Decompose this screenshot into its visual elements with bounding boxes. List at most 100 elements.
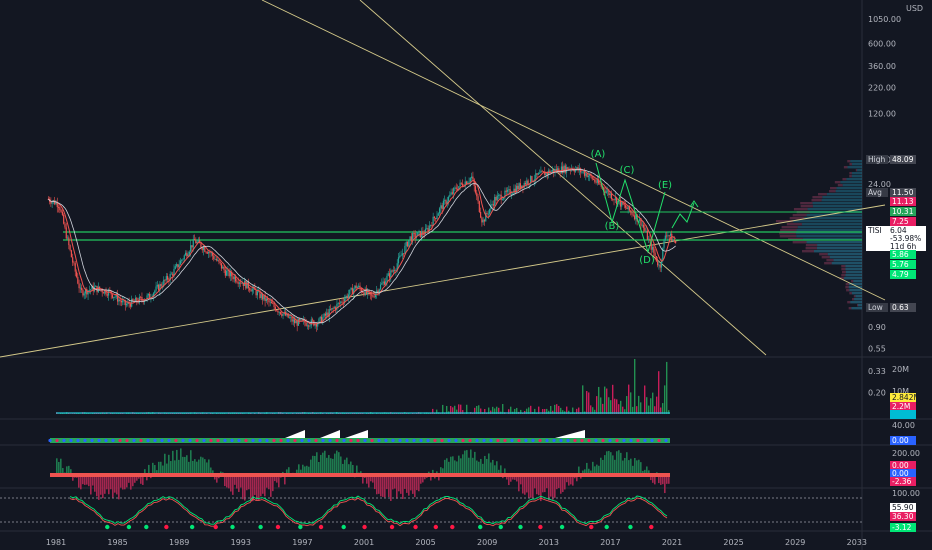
price-tick-label: 360.00 [868, 62, 896, 71]
price-tag-value: 11.50 [892, 188, 914, 197]
indicator-histogram-bar [570, 477, 572, 485]
indicator-histogram-bar [154, 465, 156, 473]
volume-bar [612, 384, 614, 414]
candle-body [147, 293, 149, 296]
indicator-histogram-bar [220, 471, 222, 473]
price-tick-label: 120.00 [868, 110, 896, 119]
panel-tick-label: 100.00 [892, 489, 920, 498]
candle-body [323, 313, 325, 318]
indicator-dot [160, 438, 164, 443]
time-tick-label: 2009 [477, 538, 497, 547]
candle-body [324, 313, 326, 316]
indicator-histogram-bar [262, 477, 264, 494]
indicator-histogram-bar [202, 457, 204, 473]
indicator-histogram-bar [194, 459, 196, 473]
indicator-histogram-bar [430, 477, 432, 481]
indicator-histogram-bar [96, 477, 98, 497]
indicator-histogram-bar [272, 477, 274, 492]
indicator-histogram-bar [508, 477, 510, 486]
price-chart[interactable]: (A) (B) (C) (D) (E) 5200.002950.001750.0… [0, 0, 932, 550]
indicator-histogram-bar [604, 455, 606, 473]
indicator-dot [321, 438, 325, 443]
indicator-histogram-bar [432, 469, 434, 473]
indicator-histogram-bar [662, 477, 664, 485]
candle-body [191, 245, 193, 248]
signal-dot [450, 524, 455, 530]
candle-body [220, 263, 223, 269]
candle-body [197, 240, 199, 242]
candle-body [255, 289, 257, 296]
volume-profile-bar-sell [853, 295, 856, 298]
candle-body [626, 207, 628, 210]
volume-profile-bar-sell [849, 172, 852, 175]
candle-body [499, 194, 501, 196]
indicator-histogram-bar [616, 451, 618, 473]
candle-body [338, 302, 341, 304]
indicator-histogram-bar [332, 458, 334, 473]
volume-bar [588, 392, 590, 414]
indicator-dot [594, 438, 598, 443]
candle-body [535, 173, 537, 180]
indicator-dot [489, 438, 493, 443]
volume-bar [616, 399, 618, 414]
candle-body [605, 191, 607, 193]
candle-body [630, 210, 632, 212]
indicator-histogram-bar [230, 477, 232, 492]
candle-body [296, 320, 298, 326]
volume-profile-bar-sell [845, 283, 849, 286]
candle-body [309, 325, 311, 327]
candle-body [483, 219, 486, 222]
indicator-histogram-bar [440, 467, 442, 473]
volume-profile-bar [844, 277, 862, 280]
candle-body [278, 311, 280, 313]
candle-body [204, 247, 206, 252]
indicator-histogram-bar [58, 461, 60, 473]
volume-profile-bar-sell [837, 184, 843, 187]
indicator-histogram-bar [554, 477, 556, 498]
volume-profile-bar [851, 292, 862, 295]
candle-body [657, 261, 659, 266]
indicator-dot [223, 438, 227, 443]
indicator-histogram-bar [274, 477, 276, 482]
indicator-dot [139, 438, 143, 443]
candle-body [494, 196, 496, 206]
indicator-histogram-bar [192, 460, 194, 473]
indicator-histogram-bar [404, 477, 406, 489]
indicator-histogram-bar [168, 454, 170, 473]
indicator-histogram-bar [76, 477, 78, 478]
signal-dot [144, 524, 149, 530]
candle-body [358, 285, 360, 288]
candle-body [246, 281, 248, 289]
indicator-histogram-bar [62, 468, 64, 473]
candle-body [97, 286, 99, 293]
indicator-histogram-bar [466, 450, 468, 473]
indicator-histogram-bar [126, 477, 128, 488]
candle-body [82, 290, 84, 296]
price-tag-value: 7.25 [892, 217, 909, 226]
volume-bar [644, 385, 646, 414]
volume-profile-bar-sell [830, 187, 837, 190]
volume-bar [658, 371, 660, 414]
volume-profile-bar [826, 193, 862, 196]
volume-profile-bar-sell [841, 271, 846, 274]
signal-dot [298, 524, 303, 530]
candle-body [119, 299, 121, 301]
indicator-histogram-bar [398, 477, 400, 492]
candle-body [414, 233, 416, 238]
indicator-histogram-bar [234, 477, 236, 485]
indicator-histogram-bar [392, 477, 394, 490]
panel-tag-value: -2.36 [892, 477, 912, 486]
panel-tag-value: 55.90 [892, 503, 914, 512]
indicator-histogram-bar [338, 452, 340, 473]
candle-body [391, 270, 393, 272]
indicator-histogram-bar [372, 477, 374, 483]
indicator-histogram-bar [222, 472, 224, 473]
candle-body [186, 252, 188, 257]
time-tick-label: 1997 [292, 538, 312, 547]
indicator-histogram-bar [232, 477, 234, 495]
candle-body [582, 171, 584, 173]
indicator-dot [510, 438, 514, 443]
candle-body [513, 188, 515, 194]
volume-profile-bar [858, 304, 862, 307]
indicator-dot [580, 438, 584, 443]
